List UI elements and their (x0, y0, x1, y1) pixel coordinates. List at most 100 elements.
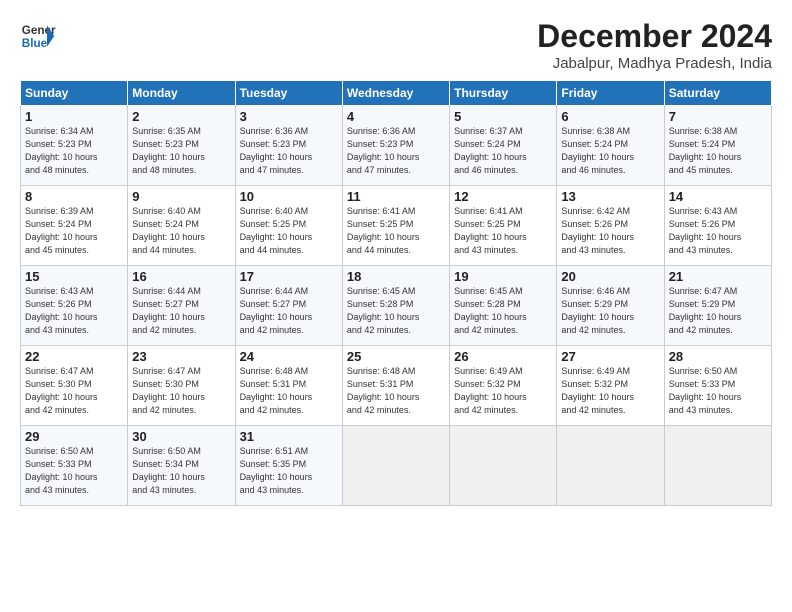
day-info: Sunrise: 6:47 AM Sunset: 5:30 PM Dayligh… (132, 365, 230, 417)
day-cell: 18Sunrise: 6:45 AM Sunset: 5:28 PM Dayli… (342, 266, 449, 346)
weekday-header-wednesday: Wednesday (342, 81, 449, 106)
day-cell: 30Sunrise: 6:50 AM Sunset: 5:34 PM Dayli… (128, 426, 235, 506)
day-info: Sunrise: 6:41 AM Sunset: 5:25 PM Dayligh… (347, 205, 445, 257)
weekday-header-saturday: Saturday (664, 81, 771, 106)
weekday-header-tuesday: Tuesday (235, 81, 342, 106)
day-cell: 2Sunrise: 6:35 AM Sunset: 5:23 PM Daylig… (128, 106, 235, 186)
day-number: 11 (347, 189, 445, 204)
weekday-header-monday: Monday (128, 81, 235, 106)
day-info: Sunrise: 6:40 AM Sunset: 5:25 PM Dayligh… (240, 205, 338, 257)
day-number: 31 (240, 429, 338, 444)
day-number: 17 (240, 269, 338, 284)
day-info: Sunrise: 6:50 AM Sunset: 5:33 PM Dayligh… (669, 365, 767, 417)
day-number: 26 (454, 349, 552, 364)
day-number: 7 (669, 109, 767, 124)
week-row-2: 8Sunrise: 6:39 AM Sunset: 5:24 PM Daylig… (21, 186, 772, 266)
day-cell: 11Sunrise: 6:41 AM Sunset: 5:25 PM Dayli… (342, 186, 449, 266)
day-number: 9 (132, 189, 230, 204)
day-cell: 6Sunrise: 6:38 AM Sunset: 5:24 PM Daylig… (557, 106, 664, 186)
day-cell: 28Sunrise: 6:50 AM Sunset: 5:33 PM Dayli… (664, 346, 771, 426)
day-info: Sunrise: 6:48 AM Sunset: 5:31 PM Dayligh… (347, 365, 445, 417)
day-info: Sunrise: 6:36 AM Sunset: 5:23 PM Dayligh… (347, 125, 445, 177)
day-info: Sunrise: 6:46 AM Sunset: 5:29 PM Dayligh… (561, 285, 659, 337)
day-cell: 21Sunrise: 6:47 AM Sunset: 5:29 PM Dayli… (664, 266, 771, 346)
location: Jabalpur, Madhya Pradesh, India (537, 55, 772, 72)
day-number: 6 (561, 109, 659, 124)
day-cell (664, 426, 771, 506)
day-info: Sunrise: 6:38 AM Sunset: 5:24 PM Dayligh… (561, 125, 659, 177)
day-info: Sunrise: 6:35 AM Sunset: 5:23 PM Dayligh… (132, 125, 230, 177)
day-info: Sunrise: 6:50 AM Sunset: 5:34 PM Dayligh… (132, 445, 230, 497)
day-info: Sunrise: 6:43 AM Sunset: 5:26 PM Dayligh… (669, 205, 767, 257)
day-number: 2 (132, 109, 230, 124)
day-info: Sunrise: 6:36 AM Sunset: 5:23 PM Dayligh… (240, 125, 338, 177)
day-cell (450, 426, 557, 506)
day-cell: 25Sunrise: 6:48 AM Sunset: 5:31 PM Dayli… (342, 346, 449, 426)
day-cell: 3Sunrise: 6:36 AM Sunset: 5:23 PM Daylig… (235, 106, 342, 186)
day-info: Sunrise: 6:37 AM Sunset: 5:24 PM Dayligh… (454, 125, 552, 177)
day-info: Sunrise: 6:48 AM Sunset: 5:31 PM Dayligh… (240, 365, 338, 417)
day-number: 18 (347, 269, 445, 284)
day-number: 25 (347, 349, 445, 364)
logo: General Blue (20, 18, 56, 54)
day-info: Sunrise: 6:38 AM Sunset: 5:24 PM Dayligh… (669, 125, 767, 177)
day-number: 27 (561, 349, 659, 364)
day-cell: 16Sunrise: 6:44 AM Sunset: 5:27 PM Dayli… (128, 266, 235, 346)
day-info: Sunrise: 6:41 AM Sunset: 5:25 PM Dayligh… (454, 205, 552, 257)
day-number: 5 (454, 109, 552, 124)
day-number: 12 (454, 189, 552, 204)
day-info: Sunrise: 6:44 AM Sunset: 5:27 PM Dayligh… (240, 285, 338, 337)
day-cell: 26Sunrise: 6:49 AM Sunset: 5:32 PM Dayli… (450, 346, 557, 426)
calendar-table: SundayMondayTuesdayWednesdayThursdayFrid… (20, 80, 772, 506)
day-cell: 5Sunrise: 6:37 AM Sunset: 5:24 PM Daylig… (450, 106, 557, 186)
week-row-3: 15Sunrise: 6:43 AM Sunset: 5:26 PM Dayli… (21, 266, 772, 346)
day-info: Sunrise: 6:49 AM Sunset: 5:32 PM Dayligh… (561, 365, 659, 417)
day-info: Sunrise: 6:44 AM Sunset: 5:27 PM Dayligh… (132, 285, 230, 337)
day-cell: 29Sunrise: 6:50 AM Sunset: 5:33 PM Dayli… (21, 426, 128, 506)
svg-text:Blue: Blue (22, 37, 48, 50)
day-number: 14 (669, 189, 767, 204)
day-info: Sunrise: 6:51 AM Sunset: 5:35 PM Dayligh… (240, 445, 338, 497)
day-cell: 8Sunrise: 6:39 AM Sunset: 5:24 PM Daylig… (21, 186, 128, 266)
weekday-header-friday: Friday (557, 81, 664, 106)
day-number: 1 (25, 109, 123, 124)
day-cell: 12Sunrise: 6:41 AM Sunset: 5:25 PM Dayli… (450, 186, 557, 266)
logo-icon: General Blue (20, 18, 56, 54)
day-info: Sunrise: 6:39 AM Sunset: 5:24 PM Dayligh… (25, 205, 123, 257)
day-number: 30 (132, 429, 230, 444)
day-number: 19 (454, 269, 552, 284)
day-info: Sunrise: 6:45 AM Sunset: 5:28 PM Dayligh… (347, 285, 445, 337)
title-block: December 2024 Jabalpur, Madhya Pradesh, … (537, 18, 772, 72)
day-number: 8 (25, 189, 123, 204)
calendar-page: General Blue December 2024 Jabalpur, Mad… (0, 0, 792, 612)
weekday-header-sunday: Sunday (21, 81, 128, 106)
day-number: 4 (347, 109, 445, 124)
day-cell: 23Sunrise: 6:47 AM Sunset: 5:30 PM Dayli… (128, 346, 235, 426)
day-number: 15 (25, 269, 123, 284)
day-cell: 7Sunrise: 6:38 AM Sunset: 5:24 PM Daylig… (664, 106, 771, 186)
day-cell: 19Sunrise: 6:45 AM Sunset: 5:28 PM Dayli… (450, 266, 557, 346)
day-number: 24 (240, 349, 338, 364)
month-title: December 2024 (537, 18, 772, 55)
day-cell: 9Sunrise: 6:40 AM Sunset: 5:24 PM Daylig… (128, 186, 235, 266)
day-cell: 14Sunrise: 6:43 AM Sunset: 5:26 PM Dayli… (664, 186, 771, 266)
day-number: 21 (669, 269, 767, 284)
day-number: 28 (669, 349, 767, 364)
day-cell: 4Sunrise: 6:36 AM Sunset: 5:23 PM Daylig… (342, 106, 449, 186)
day-number: 3 (240, 109, 338, 124)
day-info: Sunrise: 6:34 AM Sunset: 5:23 PM Dayligh… (25, 125, 123, 177)
day-number: 20 (561, 269, 659, 284)
day-cell: 1Sunrise: 6:34 AM Sunset: 5:23 PM Daylig… (21, 106, 128, 186)
day-info: Sunrise: 6:40 AM Sunset: 5:24 PM Dayligh… (132, 205, 230, 257)
day-info: Sunrise: 6:45 AM Sunset: 5:28 PM Dayligh… (454, 285, 552, 337)
day-info: Sunrise: 6:42 AM Sunset: 5:26 PM Dayligh… (561, 205, 659, 257)
day-number: 13 (561, 189, 659, 204)
day-cell: 13Sunrise: 6:42 AM Sunset: 5:26 PM Dayli… (557, 186, 664, 266)
day-cell: 31Sunrise: 6:51 AM Sunset: 5:35 PM Dayli… (235, 426, 342, 506)
weekday-header-thursday: Thursday (450, 81, 557, 106)
day-number: 29 (25, 429, 123, 444)
header: General Blue December 2024 Jabalpur, Mad… (20, 18, 772, 72)
day-number: 23 (132, 349, 230, 364)
day-number: 22 (25, 349, 123, 364)
day-cell: 22Sunrise: 6:47 AM Sunset: 5:30 PM Dayli… (21, 346, 128, 426)
